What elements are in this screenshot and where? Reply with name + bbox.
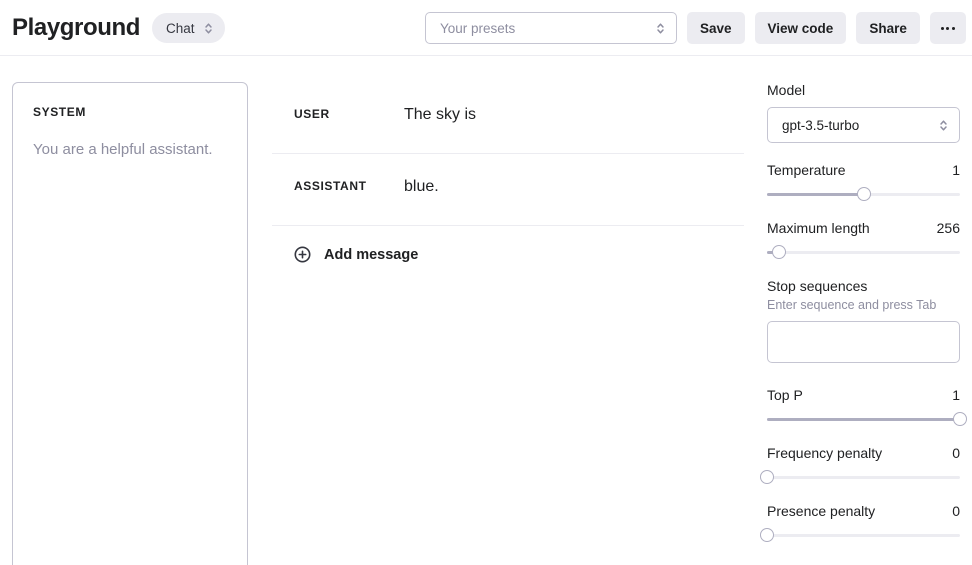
model-label: Model <box>767 82 805 98</box>
setting-model: Model gpt-3.5-turbo <box>767 82 960 143</box>
setting-presence-penalty: Presence penalty 0 <box>767 503 960 542</box>
message-role-label: USER <box>294 104 404 121</box>
slider-track <box>767 534 960 537</box>
slider-thumb[interactable] <box>760 470 774 484</box>
setting-temperature: Temperature 1 <box>767 162 960 201</box>
slider-fill <box>767 193 864 196</box>
top-p-value: 1 <box>952 387 960 403</box>
frequency-penalty-label: Frequency penalty <box>767 445 882 461</box>
slider-thumb[interactable] <box>953 412 967 426</box>
mode-selector-chat[interactable]: Chat <box>152 13 225 43</box>
setting-top-p: Top P 1 <box>767 387 960 426</box>
setting-maximum-length: Maximum length 256 <box>767 220 960 259</box>
slider-thumb[interactable] <box>760 528 774 542</box>
share-button[interactable]: Share <box>856 12 920 44</box>
setting-frequency-penalty: Frequency penalty 0 <box>767 445 960 484</box>
temperature-label: Temperature <box>767 162 846 178</box>
playground-app: Playground Chat Your presets Save View c… <box>0 0 972 565</box>
title-area: Playground Chat <box>12 0 225 56</box>
slider-track <box>767 476 960 479</box>
system-message-panel[interactable]: SYSTEM You are a helpful assistant. <box>12 82 248 565</box>
message-text[interactable]: blue. <box>404 176 439 198</box>
chevron-updown-icon <box>938 118 949 133</box>
maximum-length-slider[interactable] <box>767 245 960 259</box>
system-input-placeholder[interactable]: You are a helpful assistant. <box>33 139 227 161</box>
maximum-length-value: 256 <box>937 220 960 236</box>
message-row-user[interactable]: USER The sky is <box>272 82 744 154</box>
view-code-button[interactable]: View code <box>755 12 847 44</box>
presence-penalty-value: 0 <box>952 503 960 519</box>
setting-stop-sequences: Stop sequences Enter sequence and press … <box>767 278 960 368</box>
chevron-updown-icon <box>203 21 214 36</box>
save-button[interactable]: Save <box>687 12 745 44</box>
presence-penalty-label: Presence penalty <box>767 503 875 519</box>
top-p-label: Top P <box>767 387 803 403</box>
message-row-assistant[interactable]: ASSISTANT blue. <box>272 154 744 226</box>
plus-circle-icon <box>294 246 311 263</box>
top-p-slider[interactable] <box>767 412 960 426</box>
frequency-penalty-slider[interactable] <box>767 470 960 484</box>
temperature-value: 1 <box>952 162 960 178</box>
slider-fill <box>767 418 960 421</box>
settings-panel: Model gpt-3.5-turbo Temperature 1 <box>767 82 960 561</box>
mode-selector-label: Chat <box>166 21 195 36</box>
conversation-panel: USER The sky is ASSISTANT blue. Add mess… <box>272 82 744 283</box>
more-options-button[interactable] <box>930 12 966 44</box>
slider-thumb[interactable] <box>857 187 871 201</box>
presets-select[interactable]: Your presets <box>425 12 677 44</box>
add-message-label: Add message <box>324 247 418 263</box>
frequency-penalty-value: 0 <box>952 445 960 461</box>
maximum-length-label: Maximum length <box>767 220 870 236</box>
slider-track <box>767 251 960 254</box>
temperature-slider[interactable] <box>767 187 960 201</box>
model-select[interactable]: gpt-3.5-turbo <box>767 107 960 143</box>
presets-placeholder: Your presets <box>440 21 655 36</box>
stop-sequences-input[interactable] <box>767 321 960 363</box>
header-toolbar: Your presets Save View code Share <box>425 0 966 56</box>
message-role-label: ASSISTANT <box>294 176 404 193</box>
stop-sequences-hint: Enter sequence and press Tab <box>767 298 960 312</box>
add-message-button[interactable]: Add message <box>272 226 744 283</box>
model-select-value: gpt-3.5-turbo <box>782 118 938 133</box>
slider-thumb[interactable] <box>772 245 786 259</box>
system-label: SYSTEM <box>33 105 227 119</box>
app-header: Playground Chat Your presets Save View c… <box>0 0 972 56</box>
more-options-icon <box>941 27 955 30</box>
stop-sequences-label: Stop sequences <box>767 278 867 294</box>
chevron-updown-icon <box>655 21 666 36</box>
page-title: Playground <box>12 16 140 40</box>
presence-penalty-slider[interactable] <box>767 528 960 542</box>
message-text[interactable]: The sky is <box>404 104 476 126</box>
